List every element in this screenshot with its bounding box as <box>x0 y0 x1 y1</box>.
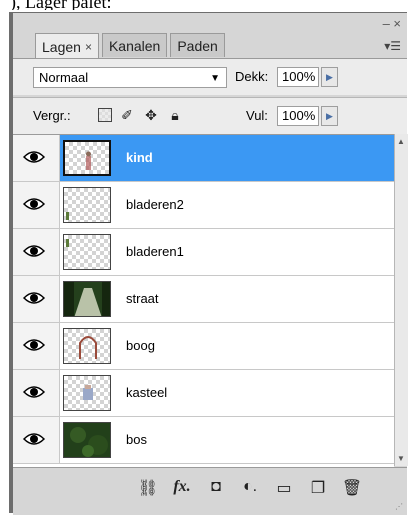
vertical-scrollbar[interactable]: ▲ ▼ <box>394 134 408 466</box>
visibility-toggle[interactable] <box>13 323 60 369</box>
fill-label: Vul: <box>246 108 268 123</box>
layer-name: straat <box>126 291 159 306</box>
opacity-slider-button[interactable]: ▶ <box>321 67 338 87</box>
layer-thumbnail <box>63 328 111 364</box>
panel-menu-icon[interactable]: ▾☰ <box>384 39 401 53</box>
visibility-toggle[interactable] <box>13 135 60 181</box>
close-icon[interactable]: × <box>85 40 92 54</box>
blend-mode-select[interactable]: Normaal ▼ <box>33 67 227 88</box>
footer-icons: ⛓ fx. ◘ ◐. ▭ ❐ 🗑︎ <box>131 478 369 498</box>
adjustment-icon[interactable]: ◐. <box>233 478 267 498</box>
panel-footer: ⛓ fx. ◘ ◐. ▭ ❐ 🗑︎ ⋰ <box>13 467 407 515</box>
tab-label: Lagen <box>42 38 81 55</box>
tab-label: Kanalen <box>108 37 161 54</box>
tab-paden[interactable]: Paden <box>170 33 225 57</box>
visibility-toggle[interactable] <box>13 370 60 416</box>
visibility-toggle[interactable] <box>13 276 60 322</box>
opacity-label: Dekk: <box>235 69 269 84</box>
blend-row: Normaal ▼ Dekk: 100% ▶ <box>13 59 407 95</box>
lock-label: Vergr.: <box>33 108 71 123</box>
eye-icon <box>23 433 45 445</box>
arch-icon <box>79 336 97 359</box>
layer-name: boog <box>126 338 155 353</box>
layer-row[interactable]: straat <box>13 276 394 323</box>
tab-lagen[interactable]: Lagen × <box>35 33 99 59</box>
fill-slider-button[interactable]: ▶ <box>321 106 338 126</box>
leaves-icon <box>66 239 69 247</box>
visibility-toggle[interactable] <box>13 182 60 228</box>
forest-image-icon <box>64 423 110 457</box>
layer-name: bladeren2 <box>126 197 184 212</box>
new-layer-icon[interactable]: ❐ <box>301 478 335 498</box>
layer-thumbnail <box>63 281 111 317</box>
link-icon[interactable]: ⛓ <box>131 478 165 498</box>
street-image-icon <box>64 282 110 316</box>
layers-panel: – × ▾☰ Lagen × Kanalen Paden Normaal ▼ D… <box>9 12 408 515</box>
fx-icon[interactable]: fx. <box>165 478 199 498</box>
lock-icons: ✐ ✥ 🔒︎ <box>98 106 184 124</box>
layers-list: kind bladeren2 bladeren1 straat boog kas… <box>13 134 394 467</box>
layer-name: kasteel <box>126 385 168 400</box>
layer-row[interactable]: boog <box>13 323 394 370</box>
leaves-icon <box>66 212 69 220</box>
lock-transparent-icon[interactable] <box>98 108 112 122</box>
padlock-icon[interactable]: 🔒︎ <box>166 106 184 124</box>
layer-thumbnail <box>63 422 111 458</box>
layer-name: bos <box>126 432 147 447</box>
folder-icon[interactable]: ▭ <box>267 478 301 498</box>
blend-mode-value: Normaal <box>39 70 89 85</box>
cut-off-text: ), Lager palet: <box>10 0 112 10</box>
opacity-input[interactable]: 100% <box>277 67 319 87</box>
brush-icon[interactable]: ✐ <box>118 106 136 124</box>
layer-row[interactable]: kasteel <box>13 370 394 417</box>
layer-name: bladeren1 <box>126 244 184 259</box>
mask-icon[interactable]: ◘ <box>199 478 233 498</box>
scroll-down-icon[interactable]: ▼ <box>397 454 405 463</box>
layer-row[interactable]: bladeren1 <box>13 229 394 276</box>
layer-thumbnail <box>63 140 111 176</box>
tab-label: Paden <box>177 37 218 54</box>
tab-kanalen[interactable]: Kanalen <box>101 33 168 57</box>
chevron-down-icon: ▼ <box>210 73 220 84</box>
fill-input[interactable]: 100% <box>277 106 319 126</box>
lock-row: Vergr.: ✐ ✥ 🔒︎ Vul: 100% ▶ <box>13 97 407 134</box>
eye-icon <box>23 386 45 398</box>
eye-icon <box>23 198 45 210</box>
window-controls[interactable]: – × <box>383 17 401 30</box>
previous-text-fragment: ), Lager palet: <box>0 0 416 10</box>
layer-name: kind <box>126 150 153 165</box>
scroll-up-icon[interactable]: ▲ <box>397 137 405 146</box>
resize-grip-icon[interactable]: ⋰ <box>395 502 403 511</box>
layer-row[interactable]: kind <box>13 135 394 182</box>
eye-icon <box>23 245 45 257</box>
panel-tabs: Lagen × Kanalen Paden <box>35 33 228 59</box>
layer-thumbnail <box>63 187 111 223</box>
trash-icon[interactable]: 🗑︎ <box>335 478 369 498</box>
castle-icon <box>83 385 93 400</box>
eye-icon <box>23 339 45 351</box>
child-figure-icon <box>86 151 91 170</box>
visibility-toggle[interactable] <box>13 229 60 275</box>
visibility-toggle[interactable] <box>13 417 60 463</box>
layer-thumbnail <box>63 375 111 411</box>
layer-row[interactable]: bladeren2 <box>13 182 394 229</box>
layer-thumbnail <box>63 234 111 270</box>
move-icon[interactable]: ✥ <box>142 106 160 124</box>
eye-icon <box>23 151 45 163</box>
layer-row[interactable]: bos <box>13 417 394 464</box>
eye-icon <box>23 292 45 304</box>
